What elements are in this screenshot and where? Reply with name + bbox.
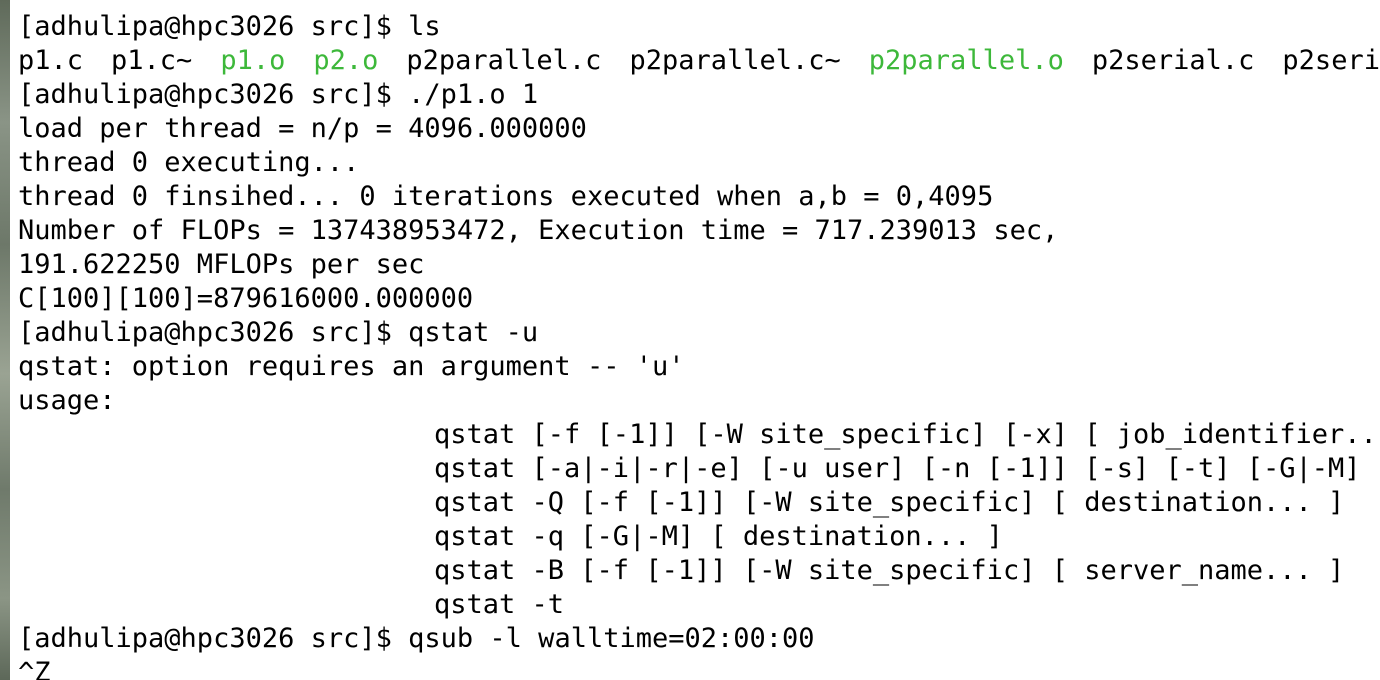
output-line: qstat: option requires an argument -- 'u… — [18, 351, 685, 382]
command-line: [adhulipa@hpc3026 src]$ qstat -u — [18, 316, 1380, 350]
executable-file-name: p1.o — [220, 45, 286, 76]
output-line: ^Z — [18, 657, 51, 680]
file-name: p2serial.c~ — [1282, 45, 1380, 76]
usage-line: qstat -B [-f [-1]] [-W site_specific] [ … — [434, 555, 1345, 586]
file-name: p2parallel.c~ — [629, 45, 841, 76]
command-text: ls — [408, 11, 441, 42]
command-line: [adhulipa@hpc3026 src]$ ls — [18, 10, 1380, 44]
command-text: ./p1.o 1 — [408, 79, 539, 110]
output-line: usage: — [18, 385, 116, 416]
output-line: thread 0 finsihed... 0 iterations execut… — [18, 181, 994, 212]
shell-prompt: [adhulipa@hpc3026 src]$ — [18, 79, 409, 110]
file-name: p2serial.c — [1091, 45, 1255, 76]
terminal-output[interactable]: [adhulipa@hpc3026 src]$ ls p1.c p1.c~ p1.o p… — [18, 10, 1380, 680]
command-text: qsub -l walltime=02:00:00 — [408, 623, 815, 654]
file-name: p1.c — [18, 45, 84, 76]
file-name: p2parallel.c — [406, 45, 602, 76]
file-name: p1.c~ — [111, 45, 193, 76]
output-line: C[100][100]=879616000.000000 — [18, 283, 474, 314]
command-line: [adhulipa@hpc3026 src]$ qsub -l walltime… — [18, 622, 1380, 656]
output-line: load per thread = n/p = 4096.000000 — [18, 113, 587, 144]
usage-line: qstat [-f [-1]] [-W site_specific] [-x] … — [434, 419, 1380, 450]
executable-file-name: p2parallel.o — [868, 45, 1064, 76]
usage-line: qstat -Q [-f [-1]] [-W site_specific] [ … — [434, 487, 1345, 518]
terminal-window: [adhulipa@hpc3026 src]$ ls p1.c p1.c~ p1.o p… — [0, 0, 1380, 680]
shell-prompt: [adhulipa@hpc3026 src]$ — [18, 623, 409, 654]
command-line: [adhulipa@hpc3026 src]$ ./p1.o 1 — [18, 78, 1380, 112]
usage-line: qstat [-a|-i|-r|-e] [-u user] [-n [-1]] … — [434, 453, 1380, 484]
executable-file-name: p2.o — [313, 45, 379, 76]
shell-prompt: [adhulipa@hpc3026 src]$ — [18, 11, 409, 42]
ls-output-line: p1.c p1.c~ p1.o p2.o p2parallel.c p2parallel.… — [18, 44, 1380, 78]
usage-line: qstat -t — [434, 589, 565, 620]
desktop-background-edge — [0, 0, 10, 680]
usage-line: qstat -q [-G|-M] [ destination... ] — [434, 521, 1003, 552]
command-text: qstat -u — [408, 317, 539, 348]
output-line: thread 0 executing... — [18, 147, 360, 178]
output-line: 191.622250 MFLOPs per sec — [18, 249, 425, 280]
shell-prompt: [adhulipa@hpc3026 src]$ — [18, 317, 409, 348]
output-line: Number of FLOPs = 137438953472, Executio… — [18, 215, 1059, 246]
